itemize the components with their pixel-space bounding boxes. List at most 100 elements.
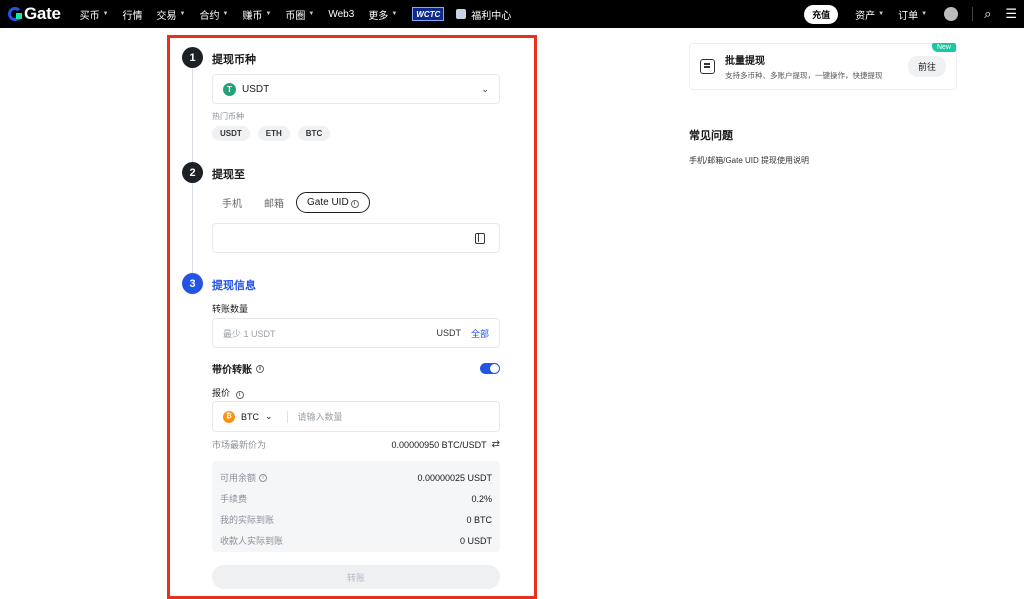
faq-link[interactable]: 手机/邮箱/Gate UID 提现使用说明 xyxy=(689,155,809,166)
nav-assets[interactable]: 资产 ▼ xyxy=(855,7,884,22)
amount-unit: USDT xyxy=(436,328,461,338)
step-connector xyxy=(192,67,193,165)
menu-icon[interactable]: ☰ xyxy=(1005,6,1017,22)
step-3-badge: 3 xyxy=(182,273,203,294)
chevron-down-icon: ▼ xyxy=(921,11,928,17)
info-icon[interactable]: i xyxy=(256,364,264,373)
market-price-label: 市场最新价为 xyxy=(212,440,267,450)
nav-label: 行情 xyxy=(122,10,143,22)
price-transfer-toggle[interactable] xyxy=(480,363,500,374)
quote-coin-select[interactable]: BTC xyxy=(241,412,259,422)
nav-trade[interactable]: 交易 ▼ xyxy=(157,7,186,22)
batch-withdraw-card: 批量提现 支持多币种、多账户提现，一键操作，快捷提现 前往 New xyxy=(689,43,957,90)
tab-gate-uid[interactable]: Gate UID i xyxy=(296,192,370,213)
batch-go-button[interactable]: 前往 xyxy=(907,56,946,77)
nav-label: 福利中心 xyxy=(471,10,512,22)
info-icon[interactable]: i xyxy=(350,200,359,208)
nav-label: 交易 xyxy=(156,10,177,22)
divider xyxy=(972,7,974,21)
hot-coins-label: 热门币种 xyxy=(212,112,244,121)
summary-key: 收款人实际到账 xyxy=(220,536,284,546)
gate-logo-icon xyxy=(8,7,22,21)
step-1-title: 提现币种 xyxy=(212,54,256,66)
nav-futures[interactable]: 合约 ▼ xyxy=(200,7,229,22)
tab-phone[interactable]: 手机 xyxy=(212,191,252,214)
nav-buy[interactable]: 买币 ▼ xyxy=(80,7,109,22)
max-amount-link[interactable]: 全部 xyxy=(471,327,489,340)
batch-withdraw-title: 批量提现 xyxy=(725,56,765,67)
transfer-button[interactable]: 转账 xyxy=(212,565,500,589)
nav-orders[interactable]: 订单 ▼ xyxy=(898,7,927,22)
summary-key: 手续费 xyxy=(220,494,248,504)
step-3-title: 提现信息 xyxy=(212,280,256,292)
amount-label: 转账数量 xyxy=(212,304,249,314)
chevron-down-icon: ▼ xyxy=(308,11,315,17)
nav-earn[interactable]: 赚币 ▼ xyxy=(242,7,271,22)
hot-coin-chip[interactable]: ETH xyxy=(257,126,290,141)
chevron-down-icon: ▼ xyxy=(265,11,272,17)
market-price-value: 0.00000950 BTC/USDT xyxy=(391,439,487,450)
amount-input[interactable]: 最少 1 USDT USDT 全部 xyxy=(212,318,500,348)
chevron-down-icon: ▼ xyxy=(391,11,398,17)
hot-coin-chip[interactable]: USDT xyxy=(212,126,250,141)
step-2-badge: 2 xyxy=(182,162,203,183)
coin-selected-value: USDT xyxy=(242,83,270,95)
nav-label: 买币 xyxy=(79,10,100,22)
chevron-down-icon[interactable]: ⌄ xyxy=(265,411,273,422)
summary-row: 可用余额 i 0.00000025 USDT xyxy=(220,467,492,488)
info-icon[interactable]: i xyxy=(235,391,244,399)
swap-icon[interactable]: ⇄ xyxy=(492,439,500,450)
batch-withdraw-desc: 支持多币种、多账户提现，一键操作，快捷提现 xyxy=(725,71,883,80)
avatar[interactable] xyxy=(944,7,959,21)
summary-value: 0 BTC xyxy=(466,514,492,525)
nav-coin-circle[interactable]: 币圈 ▼ xyxy=(285,7,314,22)
amount-placeholder: 最少 1 USDT xyxy=(223,328,276,339)
nav-label: 更多 xyxy=(368,10,389,22)
nav-web3[interactable]: Web3 xyxy=(328,9,354,20)
logo-text: Gate xyxy=(24,4,61,23)
summary-key: 可用余额 xyxy=(220,473,257,483)
search-icon[interactable]: ⌕ xyxy=(984,6,991,22)
nav-label: 赚币 xyxy=(242,10,263,22)
nav-label: 订单 xyxy=(898,10,919,22)
address-book-icon[interactable] xyxy=(475,233,485,244)
hot-coin-chip[interactable]: BTC xyxy=(297,126,331,141)
market-price-row: 市场最新价为 0.00000950 BTC/USDT ⇄ xyxy=(212,438,500,451)
step-2-title: 提现至 xyxy=(212,169,245,181)
price-transfer-label: 带价转账 xyxy=(212,365,252,376)
chevron-down-icon: ▼ xyxy=(222,11,229,17)
coin-select[interactable]: T USDT ⌄ xyxy=(212,74,500,104)
top-navbar: Gate 买币 ▼ 行情 交易 ▼ 合约 ▼ 赚币 ▼ 币圈 ▼ Web3 更多 ▼ WCT… xyxy=(0,0,1024,28)
divider xyxy=(286,410,288,423)
new-badge: New xyxy=(931,43,956,52)
faq-title: 常见问题 xyxy=(689,130,733,142)
gift-icon xyxy=(456,9,467,19)
summary-row: 收款人实际到账 0 USDT xyxy=(220,530,492,551)
btc-icon: ₿ xyxy=(223,410,235,423)
quote-label: 报价 xyxy=(212,388,231,398)
quote-input[interactable]: ₿ BTC ⌄ 请输入数量 xyxy=(212,401,500,432)
gate-uid-input[interactable] xyxy=(212,223,500,253)
summary-value: 0 USDT xyxy=(459,535,492,546)
deposit-button[interactable]: 充值 xyxy=(804,4,839,24)
nav-market[interactable]: 行情 xyxy=(123,7,143,22)
summary-value: 0.00000025 USDT xyxy=(417,472,492,483)
chevron-down-icon: ⌄ xyxy=(481,83,489,94)
nav-more[interactable]: 更多 ▼ xyxy=(368,7,397,22)
quote-label-row: 报价 i xyxy=(212,386,244,399)
destination-tabs: 手机 邮箱 Gate UID i xyxy=(212,191,372,214)
wctc-logo[interactable]: WCTC xyxy=(412,7,445,21)
nav-label: 资产 xyxy=(855,10,876,22)
info-icon[interactable]: i xyxy=(259,473,268,482)
nav-label: 合约 xyxy=(199,10,220,22)
tab-email[interactable]: 邮箱 xyxy=(254,191,294,214)
nav-label: Web3 xyxy=(328,8,355,20)
chevron-down-icon: ▼ xyxy=(179,11,186,17)
nav-welfare-center[interactable]: 福利中心 xyxy=(456,7,511,22)
nav-label: 币圈 xyxy=(285,10,306,22)
hot-coins: USDT ETH BTC xyxy=(212,126,338,141)
step-connector xyxy=(192,182,193,275)
tab-label: Gate UID xyxy=(307,197,349,208)
gate-logo[interactable]: Gate xyxy=(8,4,61,24)
usdt-icon: T xyxy=(223,82,236,96)
